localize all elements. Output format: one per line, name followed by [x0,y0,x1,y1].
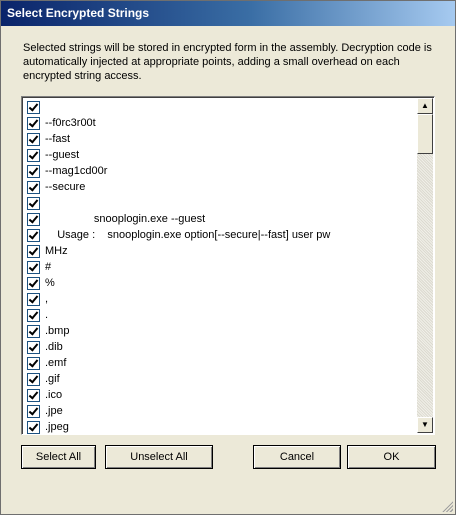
list-item[interactable]: % [24,275,418,291]
checkbox[interactable] [27,260,40,274]
checkbox[interactable] [27,276,40,290]
checkbox[interactable] [27,308,40,322]
list-item[interactable]: .jpeg [24,419,418,434]
checkbox[interactable] [27,212,40,226]
description-text: Selected strings will be stored in encry… [23,42,432,82]
list-item-label: .jpeg [45,421,69,433]
list-item-label: .ico [45,389,63,401]
list-item-label: .gif [45,373,60,385]
list-item[interactable]: .ico [24,387,418,403]
checkbox[interactable] [27,244,40,258]
scroll-thumb[interactable] [417,114,433,154]
list-item[interactable]: Usage : snooplogin.exe option[--secure|-… [24,227,418,243]
list-item[interactable]: .gif [24,371,418,387]
checkbox[interactable] [27,148,40,162]
resize-grip-icon[interactable] [441,500,453,512]
scroll-up-icon[interactable]: ▲ [417,98,433,114]
dialog-title: Select Encrypted Strings [1,1,455,26]
list-item[interactable]: .dib [24,339,418,355]
list-item-label: --mag1cd00r [45,165,108,177]
strings-checklist[interactable]: --f0rc3r00t --fast --guest --mag1cd00r --sec… [21,96,435,435]
checkbox[interactable] [27,388,40,402]
list-item[interactable]: .emf [24,355,418,371]
list-item[interactable]: --guest [24,147,418,163]
list-item-label: # [45,261,52,273]
list-item[interactable]: .jpe [24,403,418,419]
list-item[interactable] [24,195,418,211]
vertical-scrollbar[interactable]: ▲ ▼ [417,98,433,433]
list-item-label: .dib [45,341,63,353]
checkbox[interactable] [27,372,40,386]
list-item[interactable]: --secure [24,179,418,195]
list-item[interactable]: --mag1cd00r [24,163,418,179]
checkbox[interactable] [27,404,40,418]
scroll-down-icon[interactable]: ▼ [417,417,433,433]
list-item[interactable]: --fast [24,131,418,147]
list-item[interactable]: # [24,259,418,275]
list-item-label: .emf [45,357,67,369]
checkbox[interactable] [27,132,40,146]
list-item[interactable]: . [24,307,418,323]
list-item-label: Usage : snooplogin.exe option[--secure|-… [45,229,331,241]
checkbox[interactable] [27,116,40,130]
list-item[interactable]: --f0rc3r00t [24,115,418,131]
cancel-button[interactable]: Cancel [253,445,341,469]
ok-button[interactable]: OK [347,445,436,469]
select-all-button[interactable]: Select All [21,445,96,469]
list-item-label: --guest [45,149,80,161]
list-item-label: .bmp [45,325,70,337]
list-item-label: % [45,277,55,289]
list-item[interactable]: MHz [24,243,418,259]
checkbox[interactable] [27,180,40,194]
checkbox[interactable] [27,356,40,370]
checklist-rows: --f0rc3r00t --fast --guest --mag1cd00r --sec… [24,99,418,434]
checkbox[interactable] [27,340,40,354]
list-item-label: snooplogin.exe --guest [45,213,206,225]
checkbox[interactable] [27,100,40,114]
checkbox[interactable] [27,420,40,434]
list-item[interactable]: .bmp [24,323,418,339]
dialog-window: Select Encrypted Strings Selected string… [0,0,456,515]
list-item[interactable]: , [24,291,418,307]
checkbox[interactable] [27,164,40,178]
list-item-label: --secure [45,181,86,193]
list-item-label: .jpe [45,405,63,417]
list-item[interactable] [24,99,418,115]
checkbox[interactable] [27,196,40,210]
list-item-label: --f0rc3r00t [45,117,96,129]
list-item[interactable]: snooplogin.exe --guest [24,211,418,227]
list-item-label: . [45,309,49,321]
checkbox[interactable] [27,324,40,338]
checkbox[interactable] [27,292,40,306]
list-item-label: , [45,293,49,305]
list-item-label: MHz [45,245,68,257]
checkbox[interactable] [27,228,40,242]
list-item-label: --fast [45,133,71,145]
unselect-all-button[interactable]: Unselect All [105,445,213,469]
